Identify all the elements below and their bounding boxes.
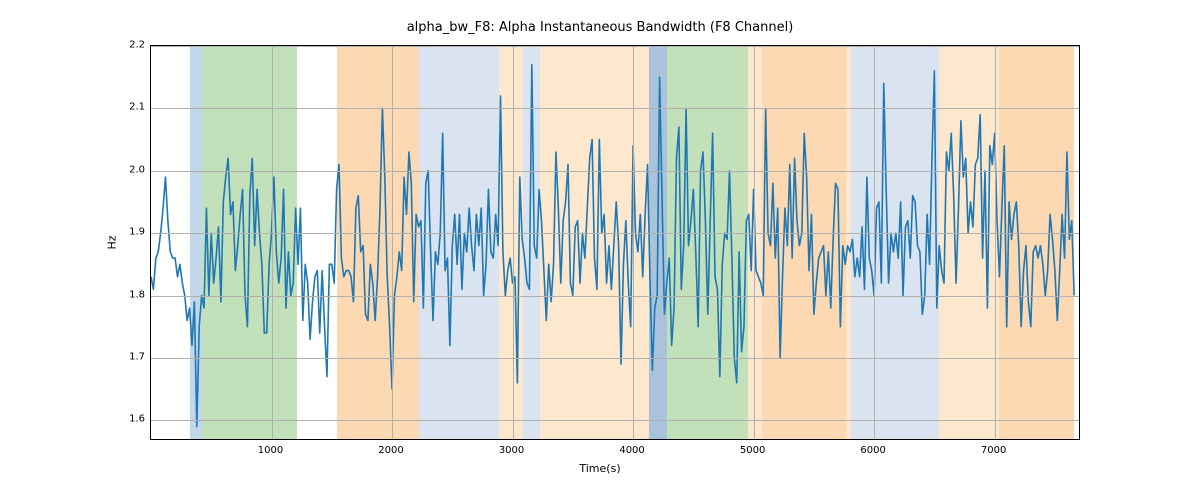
grid-vertical — [874, 46, 875, 439]
x-tick-label: 2000 — [378, 445, 403, 456]
y-tick-label: 2.2 — [105, 40, 145, 51]
y-tick-label: 1.6 — [105, 414, 145, 425]
grid-vertical — [995, 46, 996, 439]
grid-horizontal — [151, 171, 1079, 172]
y-tick-label: 2.0 — [105, 164, 145, 175]
x-tick-label: 1000 — [258, 445, 283, 456]
grid-horizontal — [151, 108, 1079, 109]
grid-vertical — [513, 46, 514, 439]
x-tick-label: 5000 — [740, 445, 765, 456]
grid-vertical — [633, 46, 634, 439]
x-tick-label: 7000 — [981, 445, 1006, 456]
y-tick-label: 1.9 — [105, 227, 145, 238]
grid-horizontal — [151, 358, 1079, 359]
plot-area — [150, 45, 1080, 440]
grid-vertical — [392, 46, 393, 439]
grid-vertical — [272, 46, 273, 439]
chart-title: alpha_bw_F8: Alpha Instantaneous Bandwid… — [0, 20, 1200, 35]
x-tick-label: 4000 — [619, 445, 644, 456]
grid-vertical — [754, 46, 755, 439]
grid-horizontal — [151, 420, 1079, 421]
line-series — [151, 46, 1079, 439]
x-tick-label: 3000 — [499, 445, 524, 456]
figure: alpha_bw_F8: Alpha Instantaneous Bandwid… — [0, 0, 1200, 500]
x-axis-label: Time(s) — [0, 462, 1200, 475]
grid-horizontal — [151, 296, 1079, 297]
y-tick-label: 2.1 — [105, 102, 145, 113]
grid-horizontal — [151, 233, 1079, 234]
x-tick-label: 6000 — [860, 445, 885, 456]
y-tick-label: 1.7 — [105, 351, 145, 362]
grid-horizontal — [151, 46, 1079, 47]
y-tick-label: 1.8 — [105, 289, 145, 300]
